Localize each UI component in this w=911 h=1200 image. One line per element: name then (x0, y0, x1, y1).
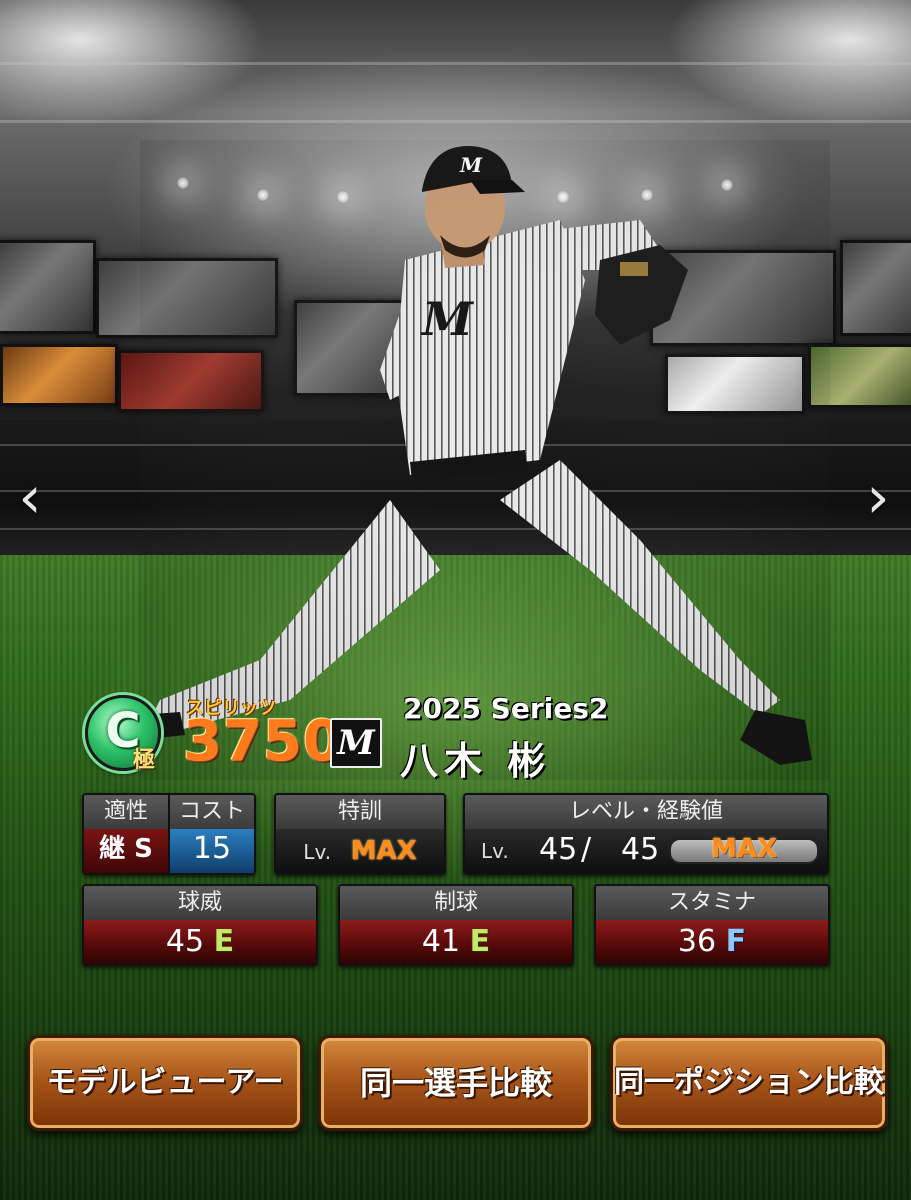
velocity-body: 45 E (84, 920, 316, 964)
aptitude-cell: 適性 継 S (84, 795, 168, 873)
level-max: 45 (621, 832, 660, 867)
spirits-value: 3750 (183, 709, 343, 774)
stamina-body: 36 F (596, 920, 828, 964)
same-player-compare-button[interactable]: 同一選手比較 (318, 1035, 594, 1131)
velocity-panel: 球威 45 E (82, 884, 318, 966)
aptitude-value: 継 S (84, 829, 168, 873)
level-exp-label: レベル・経験値 (465, 795, 827, 829)
roof-line (0, 62, 911, 65)
scoreboard-screen (840, 240, 911, 336)
model-viewer-button[interactable]: モデルビューアー (27, 1035, 303, 1131)
level-lv-prefix: Lv. (481, 839, 509, 863)
training-lv-prefix: Lv. (303, 840, 332, 864)
stamina-grade: F (725, 924, 747, 959)
prev-player-arrow[interactable]: ‹ (10, 462, 50, 532)
stamina-panel: スタミナ 36 F (594, 884, 830, 966)
team-logo-icon: M (330, 718, 382, 768)
stamina-label: スタミナ (596, 886, 828, 920)
rank-sub-label: 極 (133, 748, 156, 773)
training-label: 特訓 (276, 795, 444, 829)
player-name: 八木 彬 (400, 739, 552, 783)
control-label: 制球 (340, 886, 572, 920)
velocity-grade: E (213, 924, 235, 959)
stamina-value: 36 (677, 924, 717, 959)
training-body: Lv. MAX (276, 829, 444, 873)
aptitude-label: 適性 (84, 795, 168, 829)
training-panel: 特訓 Lv. MAX (274, 793, 446, 875)
player-pitching-image: M M (140, 140, 830, 780)
control-value: 41 (421, 924, 461, 959)
aptitude-cost-panel: 適性 継 S コスト 15 (82, 793, 256, 875)
control-body: 41 E (340, 920, 572, 964)
level-exp-panel: レベル・経験値 Lv. 45 / 45 MAX (463, 793, 829, 875)
cost-label: コスト (170, 795, 254, 829)
velocity-label: 球威 (84, 886, 316, 920)
level-separator: / (581, 832, 592, 867)
stadium-background: M M ‹ › (0, 0, 911, 1200)
exp-max-label: MAX (711, 834, 778, 864)
cost-value: 15 (170, 829, 254, 873)
cost-cell: コスト 15 (170, 795, 254, 873)
scoreboard-screen (0, 240, 96, 334)
velocity-value: 45 (165, 924, 205, 959)
same-position-compare-button[interactable]: 同一ポジション比較 (610, 1035, 888, 1131)
roof-line (0, 120, 911, 123)
training-max: MAX (350, 836, 417, 866)
ad-screen (0, 344, 118, 406)
series-label: 2025 Series2 (403, 692, 609, 725)
next-player-arrow[interactable]: › (858, 462, 898, 532)
level-current: 45 (539, 832, 578, 867)
control-grade: E (469, 924, 491, 959)
level-exp-body: Lv. 45 / 45 MAX (465, 829, 827, 873)
control-panel: 制球 41 E (338, 884, 574, 966)
